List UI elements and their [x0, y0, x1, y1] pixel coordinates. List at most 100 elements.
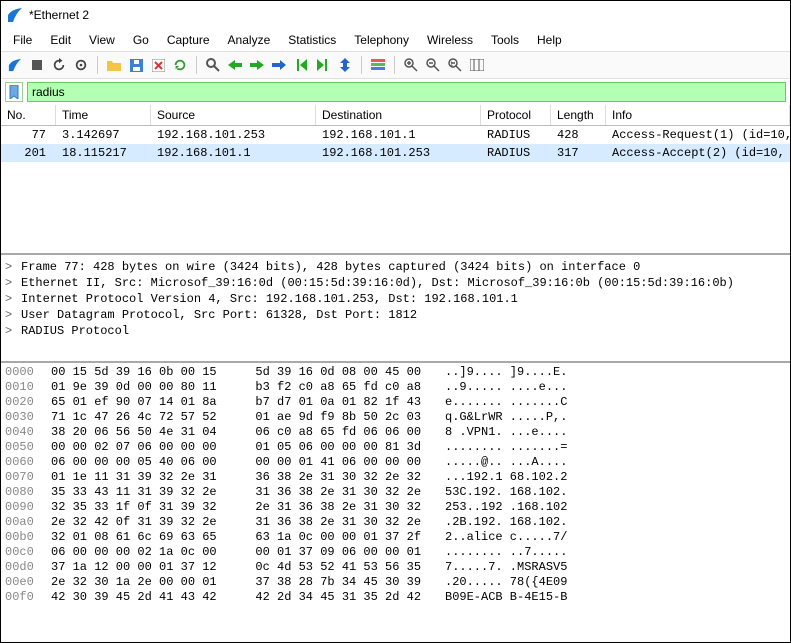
hex-offset: 00d0: [5, 560, 51, 575]
hex-ascii: .20..... 78({4E09: [431, 575, 786, 590]
hex-line[interactable]: 003071 1c 47 26 4c 72 57 52 01 ae 9d f9 …: [5, 410, 786, 425]
col-info[interactable]: Info: [606, 105, 790, 125]
hex-bytes: 06 00 00 00 02 1a 0c 00: [51, 545, 241, 560]
hex-line[interactable]: 00b032 01 08 61 6c 69 63 65 63 1a 0c 00 …: [5, 530, 786, 545]
close-file-icon[interactable]: [148, 55, 168, 75]
hex-bytes: 00 01 37 09 06 00 00 01: [241, 545, 431, 560]
hex-offset: 0020: [5, 395, 51, 410]
packet-details[interactable]: >Frame 77: 428 bytes on wire (3424 bits)…: [1, 255, 790, 363]
hex-line[interactable]: 00d037 1a 12 00 00 01 37 12 0c 4d 53 52 …: [5, 560, 786, 575]
hex-line[interactable]: 001001 9e 39 0d 00 00 80 11 b3 f2 c0 a8 …: [5, 380, 786, 395]
hex-line[interactable]: 008035 33 43 11 31 39 32 2e 31 36 38 2e …: [5, 485, 786, 500]
col-destination[interactable]: Destination: [316, 105, 481, 125]
zoom-reset-icon[interactable]: 1: [445, 55, 465, 75]
hex-offset: 0070: [5, 470, 51, 485]
col-time[interactable]: Time: [56, 105, 151, 125]
menu-go[interactable]: Go: [125, 31, 157, 49]
packet-list[interactable]: No. Time Source Destination Protocol Len…: [1, 105, 790, 255]
open-file-icon[interactable]: [104, 55, 124, 75]
hex-line[interactable]: 00f042 30 39 45 2d 41 43 42 42 2d 34 45 …: [5, 590, 786, 605]
hex-line[interactable]: 000000 15 5d 39 16 0b 00 15 5d 39 16 0d …: [5, 365, 786, 380]
expand-icon[interactable]: >: [5, 291, 15, 307]
menu-telephony[interactable]: Telephony: [346, 31, 417, 49]
hex-bytes: 01 1e 11 31 39 32 2e 31: [51, 470, 241, 485]
menu-wireless[interactable]: Wireless: [419, 31, 481, 49]
hex-bytes: 31 36 38 2e 31 30 32 2e: [241, 485, 431, 500]
packet-cell: 428: [551, 126, 606, 144]
zoom-out-icon[interactable]: [423, 55, 443, 75]
menu-analyze[interactable]: Analyze: [220, 31, 279, 49]
toolbar-sep: [196, 56, 197, 74]
menu-edit[interactable]: Edit: [42, 31, 79, 49]
go-first-icon[interactable]: [291, 55, 311, 75]
hex-offset: 0080: [5, 485, 51, 500]
expand-icon[interactable]: >: [5, 323, 15, 339]
detail-text: RADIUS Protocol: [21, 323, 129, 339]
hex-line[interactable]: 006006 00 00 00 05 40 06 00 00 00 01 41 …: [5, 455, 786, 470]
packet-cell: 77: [1, 126, 56, 144]
menu-help[interactable]: Help: [529, 31, 570, 49]
hex-bytes: 00 00 01 41 06 00 00 00: [241, 455, 431, 470]
packet-cell: RADIUS: [481, 144, 551, 162]
hex-line[interactable]: 004038 20 06 56 50 4e 31 04 06 c0 a8 65 …: [5, 425, 786, 440]
reload-file-icon[interactable]: [170, 55, 190, 75]
colorize-icon[interactable]: [368, 55, 388, 75]
restart-capture-icon[interactable]: [49, 55, 69, 75]
hex-bytes: 01 9e 39 0d 00 00 80 11: [51, 380, 241, 395]
hex-bytes: 63 1a 0c 00 00 01 37 2f: [241, 530, 431, 545]
resize-columns-icon[interactable]: [467, 55, 487, 75]
save-file-icon[interactable]: [126, 55, 146, 75]
col-no[interactable]: No.: [1, 105, 56, 125]
hex-line[interactable]: 00c006 00 00 00 02 1a 0c 00 00 01 37 09 …: [5, 545, 786, 560]
stop-capture-icon[interactable]: [27, 55, 47, 75]
packet-row[interactable]: 20118.115217192.168.101.1192.168.101.253…: [1, 144, 790, 162]
col-length[interactable]: Length: [551, 105, 606, 125]
go-back-icon[interactable]: [225, 55, 245, 75]
expand-icon[interactable]: >: [5, 307, 15, 323]
detail-line[interactable]: >Frame 77: 428 bytes on wire (3424 bits)…: [3, 259, 788, 275]
menu-tools[interactable]: Tools: [483, 31, 527, 49]
packet-cell: 3.142697: [56, 126, 151, 144]
packet-cell: 317: [551, 144, 606, 162]
hex-bytes: 2e 31 36 38 2e 31 30 32: [241, 500, 431, 515]
go-last-icon[interactable]: [313, 55, 333, 75]
auto-scroll-icon[interactable]: [335, 55, 355, 75]
hex-ascii: 2..alice c.....7/: [431, 530, 786, 545]
packet-bytes[interactable]: 000000 15 5d 39 16 0b 00 15 5d 39 16 0d …: [1, 363, 790, 642]
menu-statistics[interactable]: Statistics: [280, 31, 344, 49]
go-to-packet-icon[interactable]: [269, 55, 289, 75]
find-icon[interactable]: [203, 55, 223, 75]
hex-offset: 0050: [5, 440, 51, 455]
capture-options-icon[interactable]: [71, 55, 91, 75]
hex-offset: 0090: [5, 500, 51, 515]
menu-file[interactable]: File: [5, 31, 40, 49]
hex-ascii: .....@.. ...A....: [431, 455, 786, 470]
expand-icon[interactable]: >: [5, 275, 15, 291]
detail-line[interactable]: > RADIUS Protocol: [3, 323, 788, 339]
display-filter-input[interactable]: [27, 82, 786, 102]
hex-ascii: .2B.192. 168.102.: [431, 515, 786, 530]
hex-line[interactable]: 005000 00 02 07 06 00 00 00 01 05 06 00 …: [5, 440, 786, 455]
zoom-in-icon[interactable]: [401, 55, 421, 75]
detail-line[interactable]: >Ethernet II, Src: Microsof_39:16:0d (00…: [3, 275, 788, 291]
hex-line[interactable]: 002065 01 ef 90 07 14 01 8a b7 d7 01 0a …: [5, 395, 786, 410]
hex-ascii: ..]9.... ]9....E.: [431, 365, 786, 380]
bookmark-icon[interactable]: [5, 82, 23, 102]
col-source[interactable]: Source: [151, 105, 316, 125]
hex-line[interactable]: 007001 1e 11 31 39 32 2e 31 36 38 2e 31 …: [5, 470, 786, 485]
hex-ascii: q.G&LrWR .....P,.: [431, 410, 786, 425]
hex-line[interactable]: 009032 35 33 1f 0f 31 39 32 2e 31 36 38 …: [5, 500, 786, 515]
menu-view[interactable]: View: [81, 31, 123, 49]
packet-cell: 192.168.101.1: [316, 126, 481, 144]
hex-line[interactable]: 00e02e 32 30 1a 2e 00 00 01 37 38 28 7b …: [5, 575, 786, 590]
packet-row[interactable]: 773.142697192.168.101.253192.168.101.1RA…: [1, 126, 790, 144]
expand-icon[interactable]: >: [5, 259, 15, 275]
start-capture-icon[interactable]: [5, 55, 25, 75]
detail-line[interactable]: >Internet Protocol Version 4, Src: 192.1…: [3, 291, 788, 307]
menu-capture[interactable]: Capture: [159, 31, 218, 49]
detail-line[interactable]: >User Datagram Protocol, Src Port: 61328…: [3, 307, 788, 323]
hex-line[interactable]: 00a02e 32 42 0f 31 39 32 2e 31 36 38 2e …: [5, 515, 786, 530]
hex-ascii: ........ .......=: [431, 440, 786, 455]
col-protocol[interactable]: Protocol: [481, 105, 551, 125]
go-forward-icon[interactable]: [247, 55, 267, 75]
